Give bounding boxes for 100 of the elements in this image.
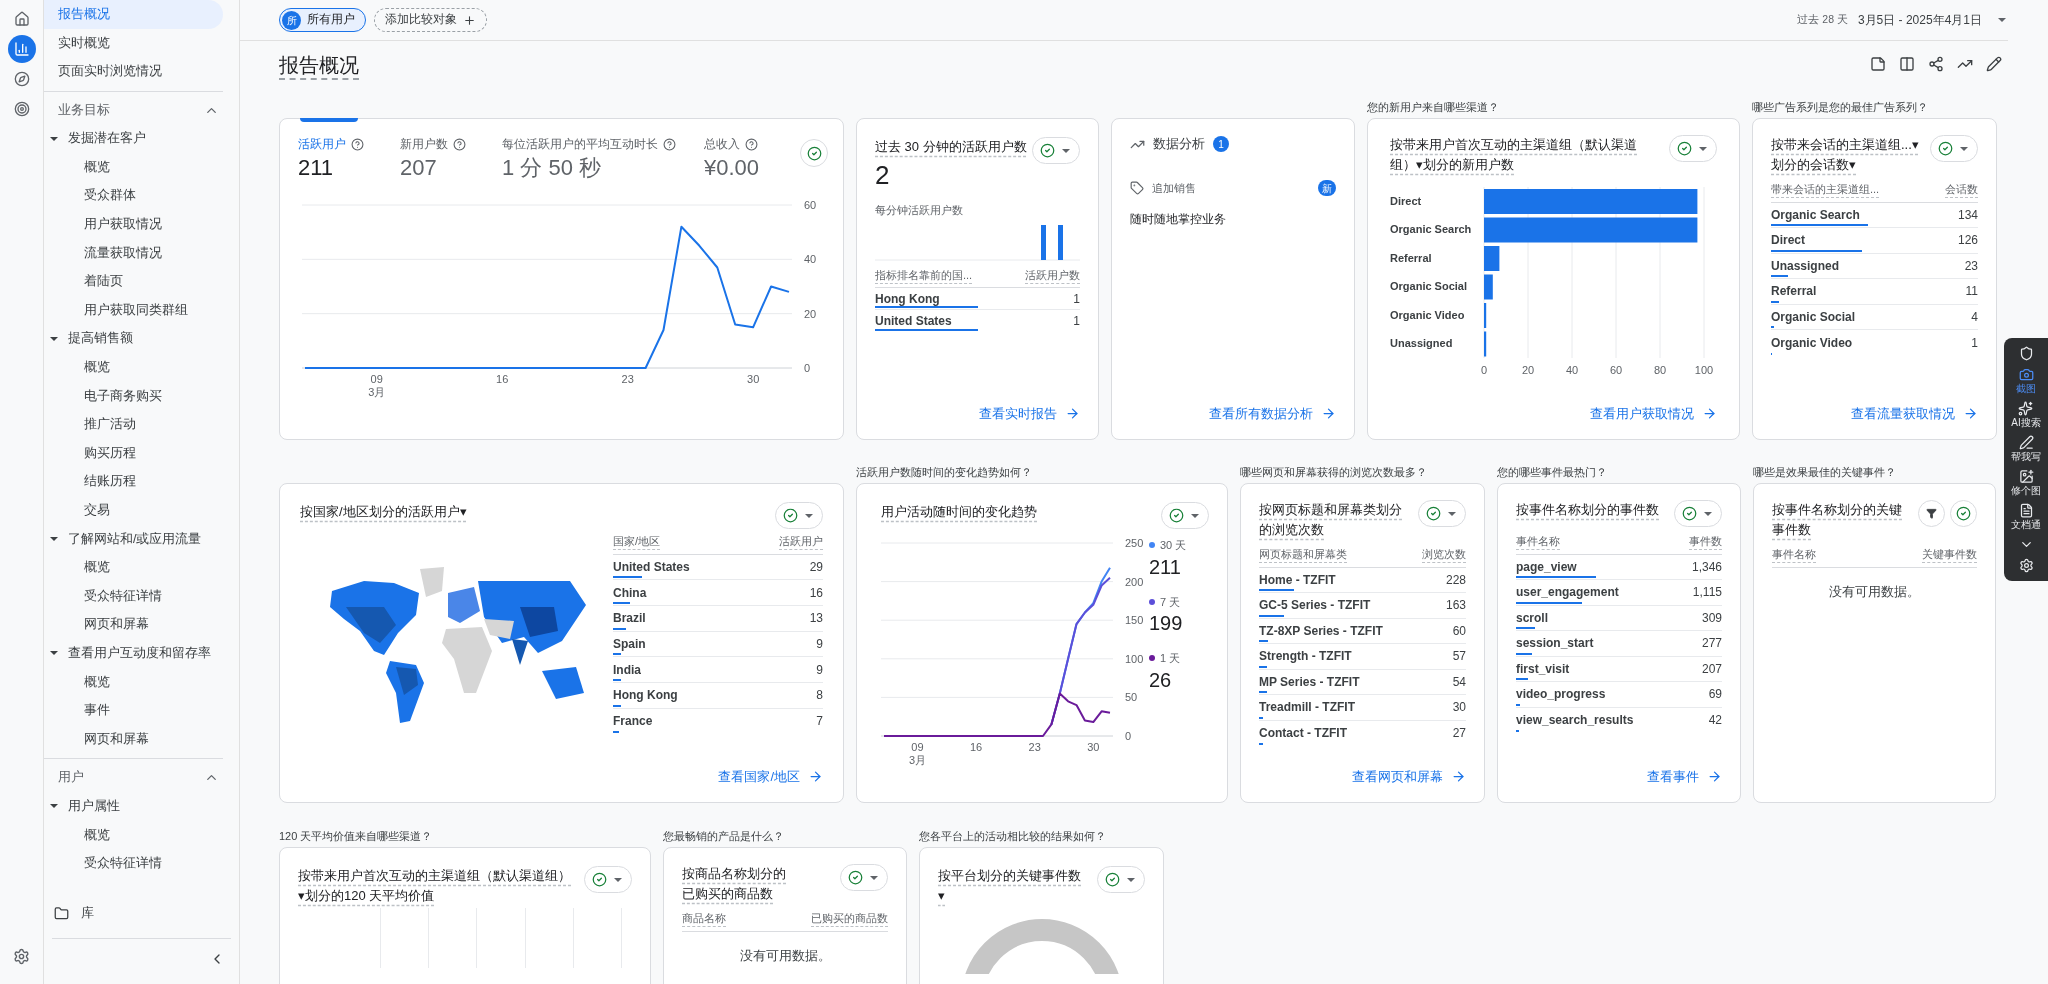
table-cell-text: Organic Social — [1771, 308, 1856, 326]
table-cell-text: MP Series - TZFIT — [1259, 673, 1360, 691]
card-question: 您的新用户来自哪些渠道？ — [1367, 100, 1499, 116]
table-cell-text: United States — [613, 558, 690, 576]
table-cell-text: 30 — [1452, 699, 1466, 717]
table-cell-text: 1 — [1073, 290, 1080, 308]
table-cell-text: Strength - TZFIT — [1259, 648, 1352, 666]
card-question: 哪些是效果最佳的关键事件？ — [1753, 465, 1896, 481]
card-title: 按事件名称划分的关键事件数 — [1772, 501, 1903, 539]
card-title: 按带来用户首次互动的主渠道组（默认渠道组）▾划分的120 天平均价值 — [298, 867, 572, 905]
axis-label: 3月 — [368, 386, 386, 398]
axis-label: 60 — [804, 199, 817, 211]
table-cell-text: India — [613, 661, 641, 679]
card-question: 活跃用户数随时间的变化趋势如何？ — [856, 465, 1032, 481]
table-cell-text: 309 — [1701, 609, 1722, 627]
table-cell-text: 23 — [1964, 257, 1978, 275]
axis-label: 09 — [370, 373, 383, 385]
table-cell-text: view_search_results — [1516, 712, 1634, 730]
card-question: 120 天平均价值来自哪些渠道？ — [279, 829, 433, 845]
table-cell-text: 42 — [1708, 712, 1722, 730]
table-cell-text: 16 — [809, 584, 823, 602]
table-cell-text: TZ-8XP Series - TZFIT — [1259, 622, 1383, 640]
card-title: 按事件名称划分的事件数 — [1516, 501, 1659, 519]
legend-label: 30 天 — [1160, 538, 1187, 553]
insight-text: 随时随地掌控业务 — [1130, 211, 1227, 229]
table-cell-text: 1,115 — [1692, 584, 1722, 602]
axis-label: 0 — [804, 362, 811, 374]
table-cell-text: Contact - TZFIT — [1259, 725, 1347, 743]
axis-label: 30 — [1087, 741, 1100, 753]
card-question: 您的哪些事件最热门？ — [1497, 465, 1607, 481]
metric-value: 2 — [875, 160, 891, 190]
table-cell-text: Home - TZFIT — [1259, 571, 1336, 589]
axis-label: 20 — [1521, 364, 1535, 376]
table-cell-text: 29 — [809, 558, 823, 576]
table-cell-text: Hong Kong — [613, 687, 678, 705]
legend-value: 199 — [1149, 611, 1184, 636]
empty-message: 没有可用数据。 — [739, 946, 831, 965]
card-title: 按带来用户首次互动的主渠道组（默认渠道组）▾划分的新用户数 — [1390, 136, 1638, 174]
axis-label: 20 — [804, 307, 817, 320]
table-cell-text: Direct — [1771, 232, 1805, 250]
table-cell-text: first_visit — [1516, 660, 1570, 678]
table-cell-text: China — [613, 584, 647, 602]
category-label: Organic Social — [1390, 280, 1468, 292]
axis-label: 100 — [1125, 652, 1144, 665]
axis-label: 100 — [1694, 364, 1714, 376]
table-cell-text: Treadmill - TZFIT — [1259, 699, 1355, 717]
card-title: 过去 30 分钟的活跃用户数 — [875, 138, 1027, 156]
table-cell-text: 207 — [1701, 660, 1722, 678]
category-label: Organic Video — [1390, 308, 1465, 321]
table-cell-text: GC-5 Series - TZFIT — [1259, 597, 1371, 615]
table-cell-text: 163 — [1445, 597, 1466, 615]
table-cell-text: Referral — [1771, 283, 1817, 301]
category-label: Unassigned — [1390, 337, 1453, 349]
table-cell-text: 9 — [816, 661, 823, 679]
axis-label: 23 — [1028, 741, 1041, 753]
table-cell-text: 13 — [809, 610, 823, 628]
count-badge: 1 — [1213, 136, 1229, 153]
insight-label: 追加销售 — [1152, 180, 1196, 196]
category-label: Organic Search — [1390, 223, 1472, 235]
page-title: 报告概况 — [279, 53, 359, 78]
legend-label: 7 天 — [1160, 594, 1181, 610]
card-title: 按商品名称划分的已购买的商品数 — [682, 865, 787, 903]
table-cell-text: 27 — [1452, 725, 1466, 743]
table-cell-text: 134 — [1957, 206, 1978, 224]
table-cell-text: 7 — [816, 713, 823, 731]
card-question: 您最畅销的产品是什么？ — [663, 829, 784, 845]
table-cell-text: 1 — [1073, 313, 1080, 330]
legend-value: 26 — [1149, 667, 1173, 693]
axis-label: 23 — [621, 373, 634, 385]
legend-label: 1 天 — [1160, 651, 1181, 666]
table-cell-text: 277 — [1701, 635, 1722, 653]
table-cell-text: 8 — [816, 687, 823, 705]
table-cell-text: 11 — [1965, 283, 1978, 301]
axis-label: 150 — [1125, 614, 1144, 627]
axis-label: 30 — [747, 373, 760, 385]
axis-label: 40 — [804, 253, 817, 266]
card-title: 用户活动随时间的变化趋势 — [881, 503, 1037, 521]
card-title: 按国家/地区划分的活跃用户▾ — [300, 503, 467, 521]
table-cell-text: United States — [875, 313, 952, 330]
axis-label: 50 — [1125, 691, 1138, 704]
empty-message: 没有可用数据。 — [1829, 582, 1920, 601]
table-cell-text: France — [613, 713, 653, 731]
card-title: 数据分析 — [1153, 136, 1205, 153]
axis-label: 3月 — [908, 754, 927, 766]
axis-label: 60 — [1609, 364, 1623, 376]
table-cell-text: scroll — [1516, 609, 1548, 627]
card-question: 哪些网页和屏幕获得的浏览次数最多？ — [1240, 465, 1427, 481]
axis-label: 09 — [911, 741, 924, 753]
table-cell-text: 9 — [816, 635, 823, 653]
table-cell-text: 228 — [1445, 571, 1466, 589]
table-cell-text: 57 — [1452, 648, 1466, 666]
card-question: 您各平台上的活动相比较的结果如何？ — [919, 829, 1106, 845]
segment-avatar: 所 — [282, 10, 301, 30]
table-cell-text: session_start — [1516, 635, 1594, 653]
axis-label: 250 — [1125, 537, 1144, 549]
table-cell-text: page_view — [1516, 558, 1577, 576]
card-title: 按网页标题和屏幕类划分的浏览次数 — [1259, 501, 1403, 539]
category-label: Direct — [1390, 194, 1422, 207]
new-badge: 新 — [1318, 180, 1336, 196]
table-cell-text: Organic Video — [1771, 334, 1853, 352]
